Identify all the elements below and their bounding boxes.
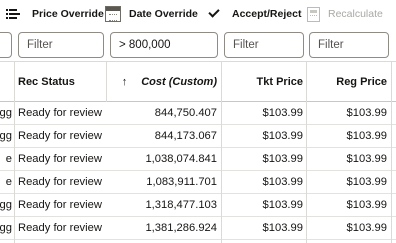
filter-input-cost[interactable]	[110, 32, 218, 58]
cell-rec-status[interactable]: Ready for review	[18, 171, 108, 193]
filter-input-reg-price[interactable]	[309, 32, 389, 58]
recalculate-button[interactable]: Recalculate	[307, 3, 383, 25]
cell-reg-price[interactable]: $103.99	[309, 217, 387, 239]
cell-rec-status[interactable]: Ready for review	[18, 148, 108, 170]
date-override-label: Date Override	[129, 8, 198, 20]
cell-truncated[interactable]: ogg	[0, 102, 12, 124]
cell-rec-status[interactable]: Ready for review	[18, 102, 108, 124]
cell-rec-status[interactable]: Ready for review	[18, 125, 108, 147]
recalculate-label: Recalculate	[328, 8, 383, 20]
sort-ascending-icon[interactable]: ↑	[122, 76, 128, 88]
table-row[interactable]: e Ready for review 1,038,074.841 $103.99 $10…	[0, 148, 396, 171]
cell-cost[interactable]: 844,750.407	[110, 102, 217, 124]
filter-row	[0, 32, 396, 60]
table-row[interactable]: ogg Ready for review844,173.067 $103.99 $10…	[0, 125, 396, 148]
cell-reg-price[interactable]: $103.99	[309, 171, 387, 193]
table-row[interactable]: e Ready for review 1,083,911.701 $103.99 $10…	[0, 171, 396, 194]
column-divider	[106, 61, 107, 102]
cell-tkt-price[interactable]: $103.99	[224, 171, 303, 193]
cell-tkt-price[interactable]: $103.99	[224, 217, 303, 239]
calculator-icon	[307, 6, 320, 22]
cell-truncated[interactable]: ogg	[0, 217, 12, 239]
cell-truncated[interactable]: e	[0, 171, 12, 193]
cell-reg-price[interactable]: $103.99	[309, 102, 387, 124]
cell-cost[interactable]: 1,083,911.701	[110, 171, 217, 193]
cell-reg-price[interactable]: $103.99	[309, 125, 387, 147]
cell-reg-price[interactable]: $103.99	[309, 148, 387, 170]
accept-reject-label: Accept/Reject	[232, 8, 302, 20]
cell-tkt-price[interactable]: $103.99	[224, 194, 303, 216]
cell-cost[interactable]: 1,318,477.103	[110, 194, 217, 216]
checkmark-icon	[206, 5, 224, 23]
column-header-tkt-price[interactable]: Tkt Price	[224, 62, 303, 102]
calendar-icon	[105, 6, 121, 22]
toolbar: Price Override Date Override Accept/Reje…	[0, 0, 396, 30]
date-override-button[interactable]: Date Override	[105, 3, 198, 25]
table-header: Rec Status ↑ Cost (Custom) Tkt Price Reg…	[0, 61, 396, 102]
list-icon	[6, 5, 24, 23]
cell-reg-price[interactable]: $103.99	[309, 194, 387, 216]
cell-tkt-price[interactable]: $103.99	[224, 102, 303, 124]
table-row[interactable]: ogg Ready for review1,381,286.924 $103.99 $…	[0, 217, 396, 240]
cell-rec-status[interactable]: Ready for review	[18, 194, 108, 216]
cell-cost[interactable]: 1,038,074.841	[110, 148, 217, 170]
cell-truncated[interactable]: ogg	[0, 125, 12, 147]
cell-cost[interactable]: 1,381,286.924	[110, 217, 217, 239]
cell-tkt-price[interactable]: $103.99	[224, 148, 303, 170]
column-divider	[391, 61, 392, 243]
accept-reject-button[interactable]: Accept/Reject	[206, 3, 301, 25]
column-divider	[14, 61, 15, 243]
column-header-reg-price[interactable]: Reg Price	[309, 62, 387, 102]
column-header-rec-status[interactable]: Rec Status	[18, 62, 108, 102]
column-divider	[306, 61, 307, 243]
cell-rec-status[interactable]: Ready for review	[18, 217, 108, 239]
price-override-label: Price Override	[32, 8, 104, 20]
table-row[interactable]: ogg Ready for review844,750.407 $103.99 $10…	[0, 102, 396, 125]
column-divider	[221, 61, 222, 243]
table-row[interactable]: ogg Ready for review1,318,477.103 $103.99 $…	[0, 194, 396, 217]
price-override-button[interactable]: Price Override	[6, 3, 104, 25]
filter-input-rec-status[interactable]	[18, 32, 104, 58]
cell-cost[interactable]: 844,173.067	[110, 125, 217, 147]
filter-input-tkt-price[interactable]	[224, 32, 304, 58]
column-header-cost[interactable]: ↑ Cost (Custom)	[110, 62, 217, 102]
cell-tkt-price[interactable]: $103.99	[224, 125, 303, 147]
cell-truncated[interactable]: ogg	[0, 194, 12, 216]
filter-input-col0[interactable]	[0, 32, 12, 58]
cell-truncated[interactable]: e	[0, 148, 12, 170]
